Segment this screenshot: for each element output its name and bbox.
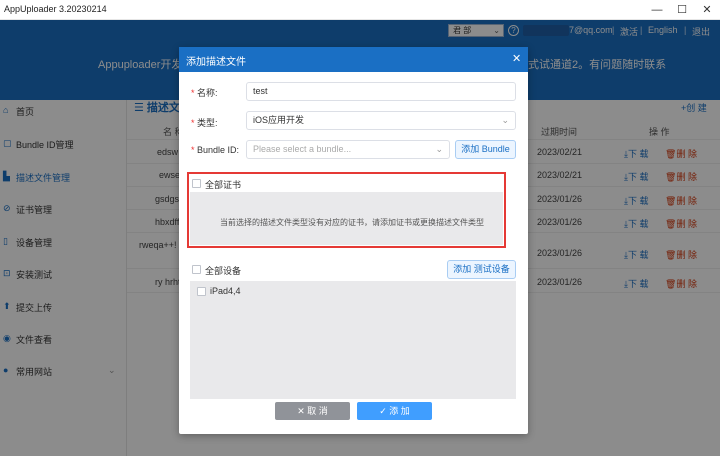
dialog-title: 添加描述文件: [186, 57, 246, 68]
bundle-select[interactable]: Please select a bundle... ⌄: [246, 140, 450, 159]
minimize-button[interactable]: —: [650, 3, 664, 17]
window-title: AppUploader 3.20230214: [4, 4, 107, 14]
window-titlebar: AppUploader 3.20230214 — ☐ ✕: [0, 0, 720, 20]
chevron-down-icon: ⌄: [501, 115, 509, 125]
add-bundle-button[interactable]: 添加 Bundle: [455, 140, 516, 159]
bundle-select-placeholder: Please select a bundle...: [253, 144, 352, 154]
all-certificates-checkbox[interactable]: [192, 179, 201, 188]
cancel-label: 取 消: [307, 406, 328, 416]
type-label-text: 类型:: [197, 118, 218, 128]
maximize-button[interactable]: ☐: [675, 3, 689, 17]
type-select[interactable]: iOS应用开发 ⌄: [246, 111, 516, 130]
no-certificate-message: 当前选择的描述文件类型没有对应的证书，请添加证书或更换描述文件类型: [220, 218, 484, 227]
confirm-add-button[interactable]: ✓ 添 加: [357, 402, 432, 420]
all-devices-label: 全部设备: [205, 266, 242, 276]
chevron-down-icon: ⌄: [435, 144, 443, 154]
all-devices-checkbox[interactable]: [192, 265, 201, 274]
type-label: * 类型:: [191, 118, 218, 128]
close-icon[interactable]: ✕: [512, 52, 521, 65]
close-window-button[interactable]: ✕: [700, 3, 714, 17]
bundle-label-text: Bundle ID:: [197, 145, 240, 155]
device-name: iPad4,4: [210, 286, 241, 296]
type-select-value: iOS应用开发: [253, 115, 305, 125]
confirm-label: 添 加: [389, 406, 410, 416]
name-label: * 名称:: [191, 88, 218, 98]
device-checkbox[interactable]: [197, 287, 206, 296]
bundle-label: * Bundle ID:: [191, 145, 240, 155]
add-test-device-button[interactable]: 添加 测试设备: [447, 260, 516, 279]
device-list: [190, 281, 516, 399]
all-certificates-label: 全部证书: [205, 180, 242, 190]
name-input[interactable]: test: [246, 82, 516, 101]
cancel-button[interactable]: ✕ 取 消: [275, 402, 350, 420]
name-label-text: 名称:: [197, 88, 218, 98]
